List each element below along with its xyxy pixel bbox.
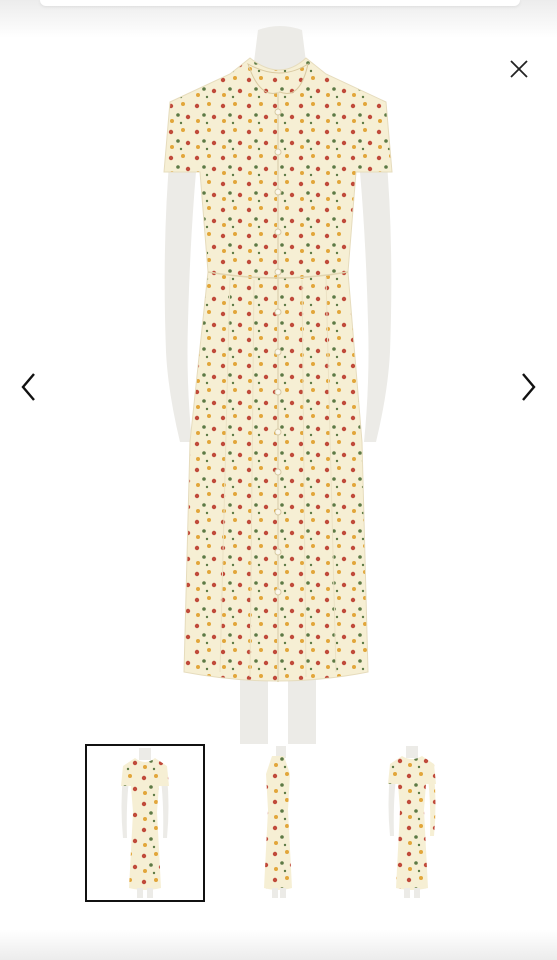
image-viewer (0, 0, 557, 960)
thumbnail-side-image (264, 746, 292, 898)
close-button[interactable] (505, 55, 533, 83)
next-image-button[interactable] (513, 370, 543, 404)
thumbnail-front-image (121, 748, 169, 898)
thumbnail-side[interactable] (218, 744, 338, 902)
thumbnail-back[interactable] (352, 744, 472, 902)
chevron-right-icon (522, 373, 536, 401)
close-icon (510, 60, 528, 78)
main-product-image (163, 26, 393, 744)
chevron-left-icon (21, 373, 35, 401)
top-sheet-edge (40, 0, 520, 6)
bottom-shade (0, 930, 557, 960)
thumbnail-front[interactable] (85, 744, 205, 902)
thumbnail-back-image (388, 746, 436, 898)
previous-image-button[interactable] (14, 370, 44, 404)
thumbnail-strip (0, 744, 557, 904)
